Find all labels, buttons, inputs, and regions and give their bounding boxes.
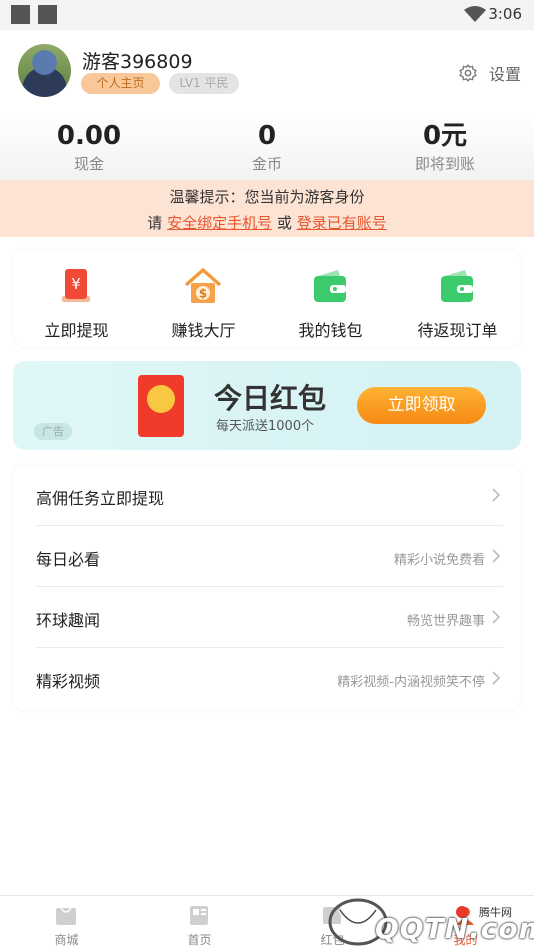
quick-actions: ¥ 立即提现 $ 赚钱大厅 我的钱包 待返现订单 — [13, 250, 521, 347]
news-icon — [190, 906, 208, 925]
claim-now-button[interactable]: 立即领取 — [357, 387, 486, 424]
username: 游客396809 — [82, 51, 193, 73]
chevron-right-icon — [492, 671, 501, 685]
svg-text:¥: ¥ — [71, 275, 81, 293]
quick-action-label: 我的钱包 — [298, 321, 363, 340]
list-item-title: 精彩视频 — [36, 672, 101, 691]
stat-value: 0.00 — [56, 121, 122, 151]
chevron-right-icon — [492, 488, 501, 502]
notification-icon — [38, 5, 57, 24]
red-envelope-icon — [138, 375, 184, 437]
status-time: 3:06 — [488, 5, 522, 23]
status-bar: 3:06 — [0, 0, 534, 30]
stat-coins[interactable]: 0 金币 — [192, 121, 342, 174]
list-item-title: 环球趣闻 — [36, 611, 101, 630]
list-item-title: 每日必看 — [36, 550, 101, 569]
red-envelope-yuan-icon: ¥ — [62, 269, 90, 302]
notice-text: 温馨提示：您当前为游客身份 — [169, 188, 365, 206]
stat-label: 即将到账 — [414, 155, 475, 173]
login-existing-link[interactable]: 登录已有账号 — [297, 214, 387, 232]
tab-home[interactable]: 首页 — [133, 896, 266, 949]
stat-value: 0 — [257, 121, 277, 151]
wifi-icon — [464, 6, 486, 22]
watermark-site-name: 腾牛网 — [477, 904, 514, 920]
notice-prefix: 请 — [147, 214, 163, 232]
ad-label: 广告 — [34, 423, 72, 440]
personal-homepage-button[interactable]: 个人主页 — [81, 73, 160, 94]
stat-pending[interactable]: 0元 即将到账 — [370, 121, 520, 174]
guest-notice: 温馨提示：您当前为游客身份 请 安全绑定手机号 或 登录已有账号 — [0, 180, 534, 237]
avatar[interactable] — [18, 44, 71, 97]
bind-phone-link[interactable]: 安全绑定手机号 — [167, 214, 272, 232]
settings-button[interactable]: 设置 — [458, 61, 521, 85]
list-item-title: 高佣任务立即提现 — [36, 489, 165, 508]
tab-label: 首页 — [187, 933, 212, 947]
chevron-right-icon — [492, 549, 501, 563]
profile-header: 游客396809 个人主页 LV1 平民 设置 0.00 现金 0 金币 0元 … — [0, 30, 534, 180]
quick-earn-hall[interactable]: $ 赚钱大厅 — [140, 250, 267, 347]
ad-subtitle: 每天派送1000个 — [216, 419, 315, 434]
tab-label: 商城 — [54, 933, 79, 947]
list-item-subtitle: 精彩视频-内涵视频笑不停 — [337, 675, 485, 690]
settings-label: 设置 — [489, 65, 522, 84]
quick-withdraw[interactable]: ¥ 立即提现 — [13, 250, 140, 347]
list-item[interactable]: 精彩视频 精彩视频-内涵视频笑不停 — [13, 648, 521, 709]
red-packet-ad-banner[interactable]: 今日红包 每天派送1000个 立即领取 广告 — [13, 361, 521, 450]
list-item-subtitle: 畅览世界趣事 — [406, 614, 485, 629]
notice-or: 或 — [276, 214, 292, 232]
notification-icon — [11, 5, 30, 24]
feature-list: 高佣任务立即提现 每日必看 精彩小说免费看 环球趣闻 畅览世界趣事 精彩视频 精… — [13, 465, 521, 710]
quick-action-label: 待返现订单 — [417, 321, 498, 340]
stat-cash[interactable]: 0.00 现金 — [14, 121, 164, 174]
chevron-right-icon — [492, 610, 501, 624]
svg-text:$: $ — [199, 287, 207, 301]
quick-action-label: 赚钱大厅 — [171, 321, 236, 340]
shopping-bag-icon — [56, 907, 76, 925]
tab-mall[interactable]: 商城 — [0, 896, 133, 949]
wallet-icon — [314, 270, 346, 302]
quick-action-label: 立即提现 — [44, 321, 109, 340]
list-item[interactable]: 每日必看 精彩小说免费看 — [13, 526, 521, 587]
list-item-subtitle: 精彩小说免费看 — [393, 553, 485, 568]
list-item[interactable]: 环球趣闻 畅览世界趣事 — [13, 587, 521, 648]
level-badge: LV1 平民 — [169, 73, 239, 94]
quick-my-wallet[interactable]: 我的钱包 — [267, 250, 394, 347]
quick-cashback-orders[interactable]: 待返现订单 — [394, 250, 521, 347]
ad-title: 今日红包 — [214, 382, 327, 415]
gear-icon — [459, 64, 477, 82]
stat-value: 0元 — [422, 121, 468, 151]
stat-label: 金币 — [251, 155, 282, 173]
list-item[interactable]: 高佣任务立即提现 — [13, 465, 521, 526]
house-dollar-icon: $ — [184, 268, 222, 303]
wallet-icon — [441, 270, 473, 302]
stat-label: 现金 — [73, 155, 104, 173]
